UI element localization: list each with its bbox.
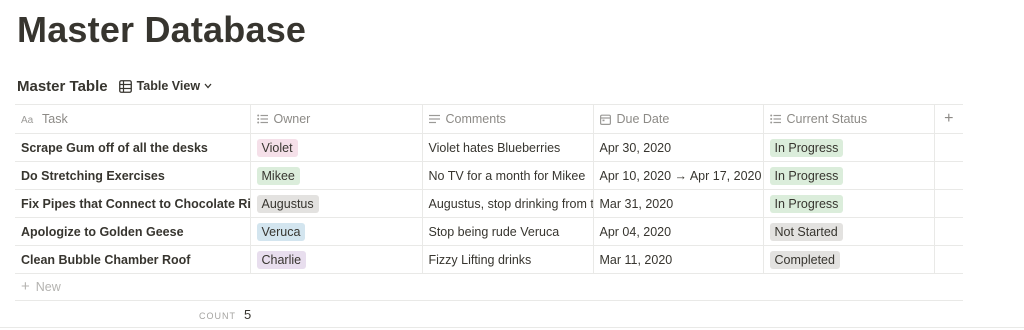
table-row[interactable]: Do Stretching Exercises Mikee No TV for …	[15, 161, 963, 190]
select-list-icon	[256, 114, 268, 124]
table-row[interactable]: Fix Pipes that Connect to Chocolate Rive…	[15, 189, 963, 218]
column-header-task[interactable]: Aa Task	[15, 104, 251, 134]
select-list-icon	[769, 114, 781, 124]
column-header-comments[interactable]: Comments	[422, 104, 594, 134]
calendar-icon	[599, 114, 611, 125]
status-badge: Completed	[769, 250, 840, 269]
status-badge: In Progress	[769, 194, 844, 213]
status-cell[interactable]: In Progress	[763, 133, 935, 162]
status-badge: In Progress	[769, 138, 844, 157]
page-title: Master Database	[17, 9, 307, 50]
table-icon	[118, 79, 132, 93]
comments-cell[interactable]: Violet hates Blueberries	[422, 133, 594, 162]
owner-tag: Violet	[256, 138, 298, 157]
task-cell[interactable]: Clean Bubble Chamber Roof	[15, 245, 251, 274]
plus-icon: +	[21, 278, 30, 295]
count-value: 5	[244, 307, 252, 322]
empty-cell	[934, 133, 963, 162]
status-badge: Not Started	[769, 222, 843, 241]
table-row[interactable]: Scrape Gum off of all the desks Violet V…	[15, 133, 963, 162]
status-cell[interactable]: In Progress	[763, 161, 935, 190]
empty-cell	[934, 189, 963, 218]
status-cell[interactable]: Completed	[763, 245, 935, 274]
empty-cell	[934, 217, 963, 246]
table-row[interactable]: Clean Bubble Chamber Roof Charlie Fizzy …	[15, 245, 963, 274]
database-title[interactable]: Master Table	[17, 78, 108, 95]
header-row: Aa Task Owner Comments Due Date Current …	[15, 104, 963, 134]
owner-cell[interactable]: Charlie	[250, 245, 423, 274]
database-header: Master Table Table View	[17, 74, 217, 98]
comments-cell[interactable]: No TV for a month for Mikee	[422, 161, 594, 190]
empty-cell	[934, 245, 963, 274]
database-table: Aa Task Owner Comments Due Date Current …	[15, 104, 963, 274]
task-cell[interactable]: Apologize to Golden Geese	[15, 217, 251, 246]
task-cell[interactable]: Do Stretching Exercises	[15, 161, 251, 190]
count-summary[interactable]: COUNT 5	[199, 307, 251, 322]
owner-cell[interactable]: Mikee	[250, 161, 423, 190]
status-cell[interactable]: In Progress	[763, 189, 935, 218]
new-row-button[interactable]: + New	[15, 273, 963, 301]
view-label: Table View	[136, 79, 201, 93]
view-switcher[interactable]: Table View	[118, 79, 217, 93]
comments-cell[interactable]: Stop being rude Veruca	[422, 217, 594, 246]
add-column-button[interactable]: +	[934, 104, 963, 134]
task-cell[interactable]: Fix Pipes that Connect to Chocolate Rive…	[15, 189, 251, 218]
column-header-current-status[interactable]: Current Status	[763, 104, 935, 134]
owner-tag: Augustus	[256, 194, 319, 213]
status-badge: In Progress	[769, 166, 844, 185]
column-header-due-date[interactable]: Due Date	[593, 104, 764, 134]
owner-cell[interactable]: Augustus	[250, 189, 423, 218]
chevron-down-icon	[204, 83, 212, 89]
divider	[0, 327, 1024, 328]
status-cell[interactable]: Not Started	[763, 217, 935, 246]
due-date-cell[interactable]: Apr 30, 2020	[593, 133, 764, 162]
owner-tag: Veruca	[256, 222, 306, 241]
owner-tag: Charlie	[256, 250, 307, 269]
text-property-icon: Aa	[21, 115, 34, 124]
comments-cell[interactable]: Augustus, stop drinking from the	[422, 189, 594, 218]
task-cell[interactable]: Scrape Gum off of all the desks	[15, 133, 251, 162]
empty-cell	[934, 161, 963, 190]
column-header-owner[interactable]: Owner	[250, 104, 423, 134]
owner-cell[interactable]: Violet	[250, 133, 423, 162]
due-date-cell[interactable]: Mar 11, 2020	[593, 245, 764, 274]
lines-text-icon	[428, 114, 440, 124]
due-date-cell[interactable]: Mar 31, 2020	[593, 189, 764, 218]
due-date-cell[interactable]: Apr 04, 2020	[593, 217, 764, 246]
new-row-label: New	[35, 279, 61, 294]
count-label: COUNT	[199, 311, 236, 321]
due-date-cell[interactable]: Apr 10, 2020 → Apr 17, 2020	[593, 161, 764, 190]
svg-text:Aa: Aa	[21, 115, 34, 124]
owner-cell[interactable]: Veruca	[250, 217, 423, 246]
comments-cell[interactable]: Fizzy Lifting drinks	[422, 245, 594, 274]
owner-tag: Mikee	[256, 166, 300, 185]
table-row[interactable]: Apologize to Golden Geese Veruca Stop be…	[15, 217, 963, 246]
